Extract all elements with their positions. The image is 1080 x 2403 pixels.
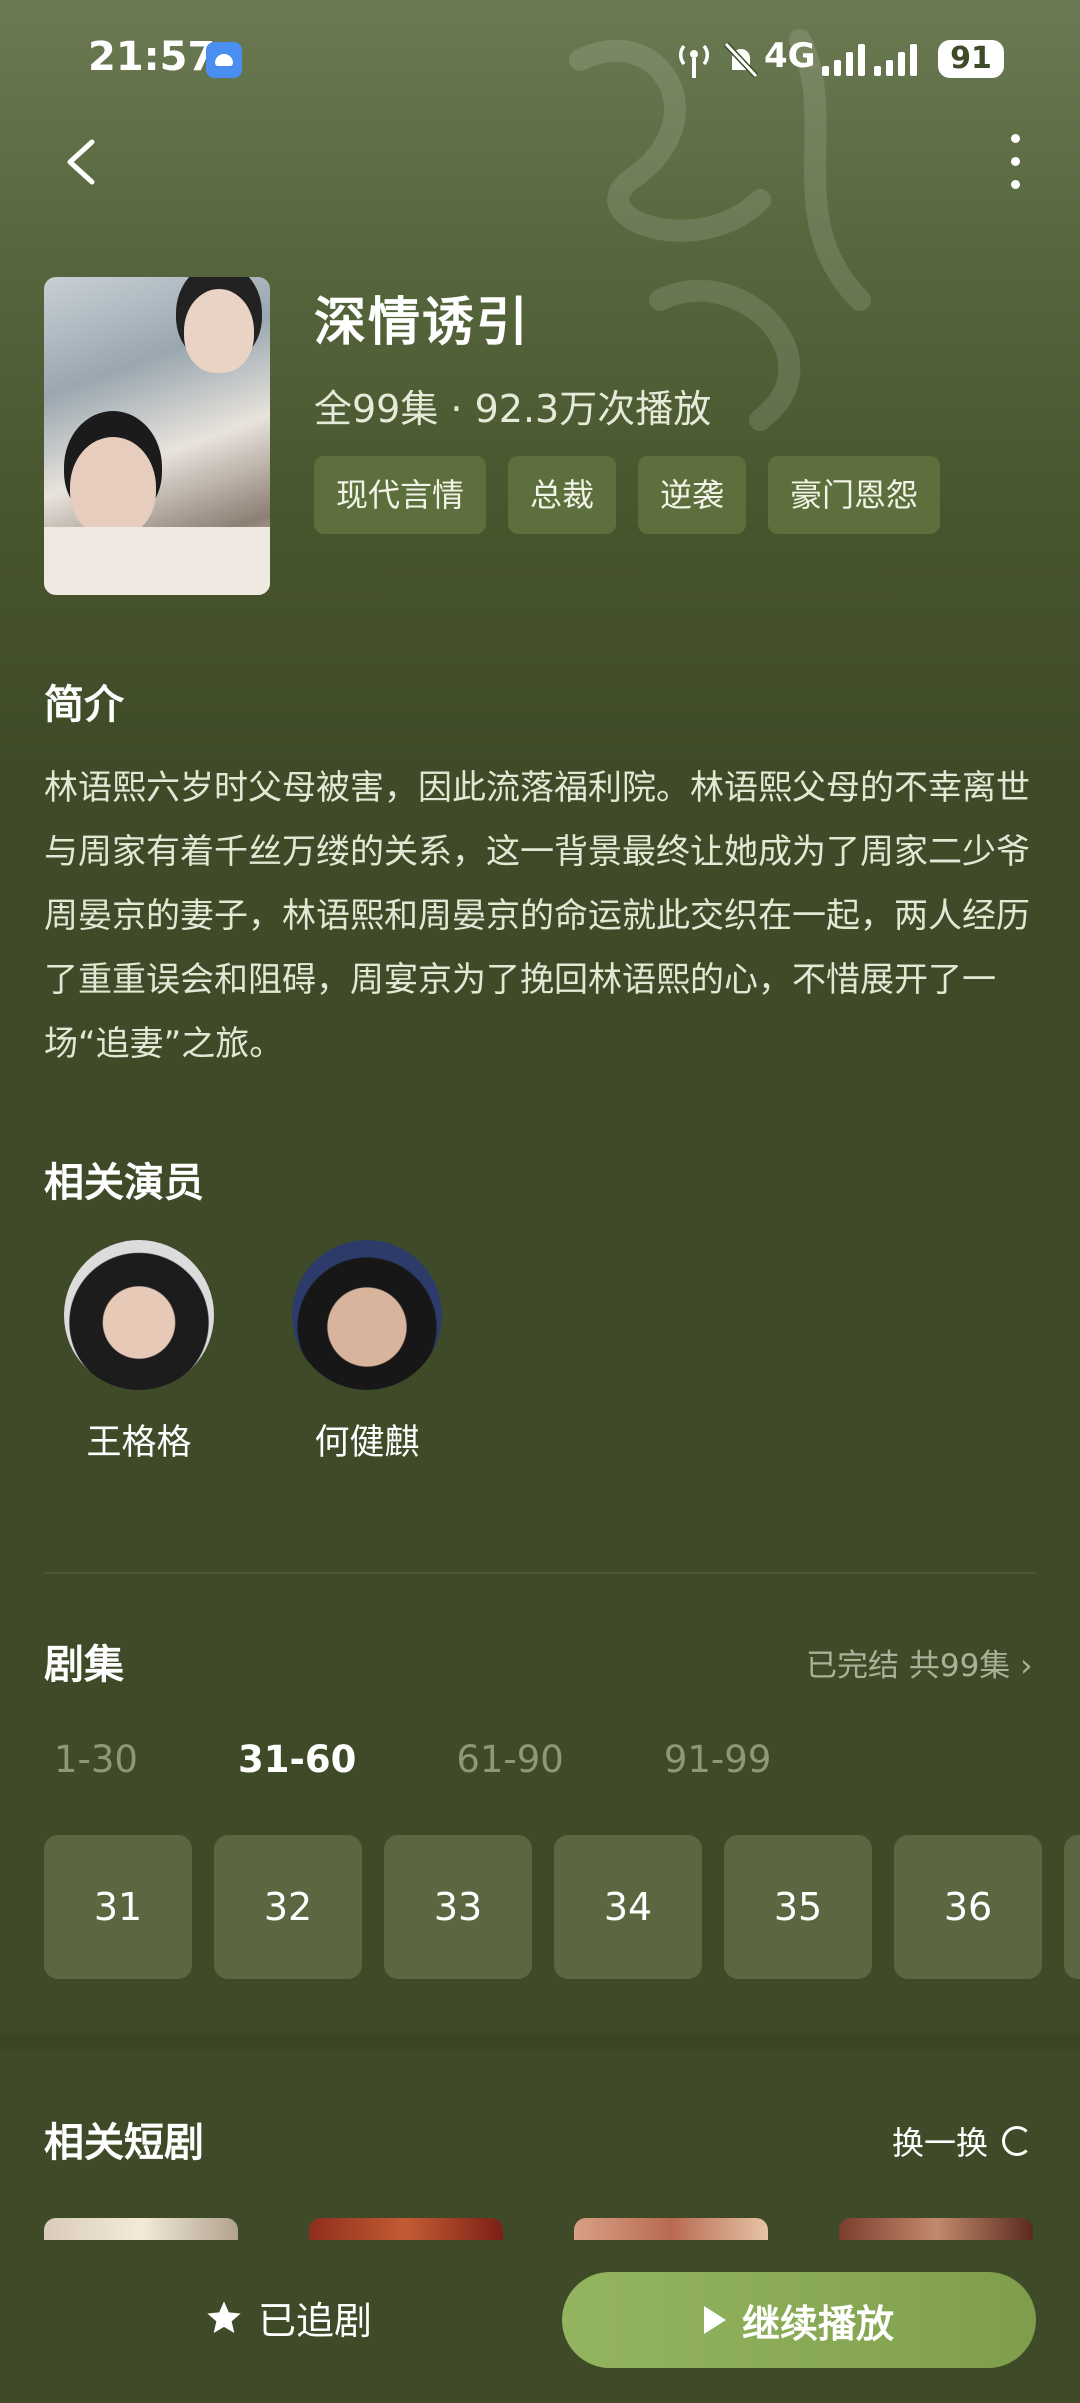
actor-name: 王格格 [86, 1423, 192, 1463]
related-thumbnail[interactable] [44, 2218, 238, 2242]
episodes-status-text: 已完结 共99集 [806, 1648, 1011, 1684]
more-options-icon[interactable] [1000, 134, 1030, 194]
episode-button[interactable]: 34 [554, 1835, 702, 1979]
drama-title: 深情诱引 [314, 293, 531, 353]
episodes-status-link[interactable]: 已完结 共99集 › [806, 1640, 1033, 1685]
episode-button[interactable]: 35 [724, 1835, 872, 1979]
intro-heading: 简介 [44, 682, 124, 728]
drama-meta: 全99集 · 92.3万次播放 [314, 387, 712, 431]
play-label: 继续播放 [741, 2301, 894, 2346]
related-thumbnail[interactable] [839, 2218, 1033, 2242]
signal-strength-1-icon [822, 42, 865, 76]
status-time: 21:57 [88, 34, 216, 80]
hotspot-icon [679, 44, 709, 78]
actor-card[interactable]: 何健麒 [292, 1240, 442, 1465]
tab-range-1-30[interactable]: 1-30 [54, 1738, 138, 1781]
tab-range-31-60[interactable]: 31-60 [238, 1738, 356, 1781]
tag-item[interactable]: 逆袭 [638, 456, 747, 534]
refresh-icon [1002, 2126, 1033, 2156]
star-icon [207, 2300, 241, 2333]
network-type: 4G [764, 36, 816, 76]
episode-button-partial[interactable] [1064, 1835, 1080, 1979]
episode-list: 31 32 33 34 35 36 [44, 1835, 1080, 1979]
tag-item[interactable]: 豪门恩怨 [768, 456, 941, 534]
refresh-button[interactable]: 换一换 [892, 2118, 1033, 2164]
chevron-right-icon: › [1020, 1648, 1033, 1684]
mute-bell-icon [723, 41, 759, 79]
tag-list: 现代言情 总裁 逆袭 豪门恩怨 [314, 456, 941, 534]
signal-strength-2-icon [874, 42, 917, 76]
episode-range-tabs: 1-30 31-60 61-90 91-99 [54, 1738, 871, 1781]
episode-button[interactable]: 33 [384, 1835, 532, 1979]
related-thumbnail[interactable] [574, 2218, 768, 2242]
android-notification-icon [206, 42, 242, 78]
episode-button[interactable]: 32 [214, 1835, 362, 1979]
avatar [292, 1240, 442, 1390]
tab-range-61-90[interactable]: 61-90 [456, 1738, 564, 1781]
tab-range-91-99[interactable]: 91-99 [664, 1738, 772, 1781]
back-arrow-icon[interactable] [54, 132, 114, 192]
avatar [64, 1240, 214, 1390]
status-bar: 21:57 4G 91 [0, 0, 1080, 120]
related-thumbnail[interactable] [309, 2218, 503, 2242]
refresh-label: 换一换 [892, 2124, 989, 2162]
related-heading: 相关短剧 [44, 2120, 204, 2166]
actors-heading: 相关演员 [44, 1160, 204, 1206]
intro-text: 林语熙六岁时父母被害，因此流落福利院。林语熙父母的不幸离世与周家有着千丝万缕的关… [44, 768, 1030, 1064]
follow-button[interactable]: 已追剧 [204, 2290, 372, 2345]
follow-label: 已追剧 [258, 2299, 373, 2343]
tag-item[interactable]: 总裁 [508, 456, 617, 534]
section-separator-band [0, 2033, 1080, 2051]
episode-button[interactable]: 31 [44, 1835, 192, 1979]
tag-item[interactable]: 现代言情 [314, 456, 487, 534]
battery-indicator: 91 [938, 40, 1004, 78]
related-list [44, 2218, 1033, 2242]
actor-card[interactable]: 王格格 [64, 1240, 214, 1465]
episode-button[interactable]: 36 [894, 1835, 1042, 1979]
section-divider [44, 1572, 1036, 1574]
continue-play-button[interactable]: 继续播放 [562, 2272, 1036, 2368]
episodes-heading: 剧集 [44, 1642, 124, 1688]
play-icon [703, 2306, 726, 2334]
drama-poster [44, 277, 270, 595]
actor-name: 何健麒 [314, 1423, 420, 1463]
